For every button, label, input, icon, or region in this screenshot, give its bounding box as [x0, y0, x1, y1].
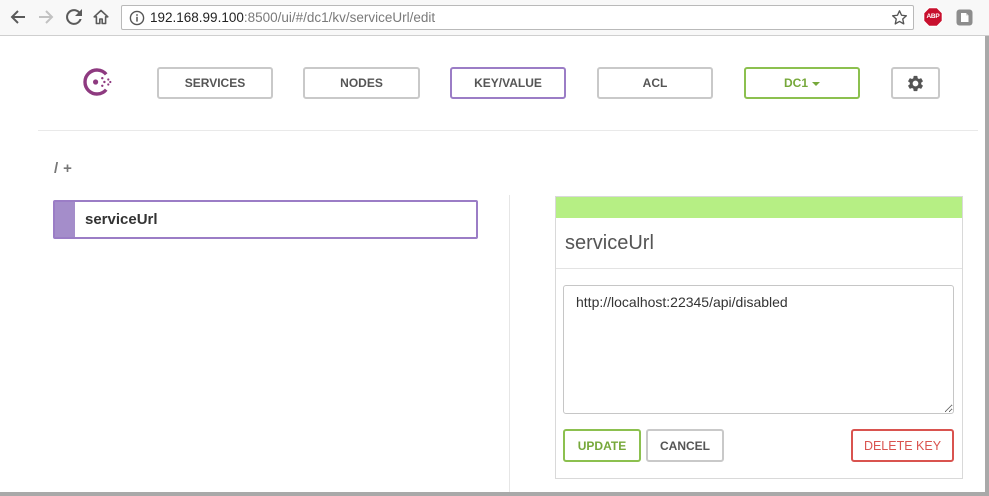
bookmark-star-icon[interactable]	[891, 9, 908, 26]
column-divider	[509, 195, 510, 496]
window-frame-right	[985, 36, 989, 496]
delete-key-button[interactable]: DELETE KEY	[851, 429, 954, 462]
settings-button[interactable]	[891, 67, 940, 99]
gear-icon	[906, 74, 925, 93]
url-path: :8500/ui/#/dc1/kv/serviceUrl/edit	[243, 10, 436, 25]
key-editor-panel: serviceUrl http://localhost:22345/api/di…	[555, 196, 963, 479]
reload-icon[interactable]	[66, 9, 82, 25]
panel-title: serviceUrl	[565, 232, 654, 254]
update-button[interactable]: UPDATE	[563, 429, 641, 462]
caret-down-icon	[812, 81, 820, 86]
extension-icon[interactable]	[956, 9, 973, 26]
browser-toolbar: 192.168.99.100:8500/ui/#/dc1/kv/serviceU…	[0, 0, 989, 36]
nav-nodes-button[interactable]: NODES	[303, 67, 420, 99]
consul-logo-icon[interactable]	[81, 66, 113, 98]
key-label: serviceUrl	[85, 211, 158, 228]
panel-divider	[556, 268, 962, 269]
url-host: 192.168.99.100	[150, 10, 244, 25]
nav-acl-button[interactable]: ACL	[597, 67, 713, 99]
key-selected-marker	[55, 202, 75, 237]
address-bar[interactable]: 192.168.99.100:8500/ui/#/dc1/kv/serviceU…	[121, 5, 914, 30]
add-key-link[interactable]: +	[63, 160, 72, 177]
home-icon[interactable]	[93, 9, 109, 25]
window-frame-bottom	[0, 492, 989, 496]
adblock-badge-text: ABP	[926, 13, 940, 20]
header-divider	[38, 130, 978, 131]
breadcrumb-root-link[interactable]: /	[54, 160, 58, 177]
breadcrumb: / +	[54, 160, 72, 178]
back-arrow-icon[interactable]	[10, 9, 26, 25]
nav-services-button[interactable]: SERVICES	[157, 67, 273, 99]
url-text[interactable]: 192.168.99.100:8500/ui/#/dc1/kv/serviceU…	[150, 6, 435, 29]
forward-arrow-icon[interactable]	[38, 9, 54, 25]
value-textarea[interactable]: http://localhost:22345/api/disabled	[563, 285, 954, 414]
datacenter-dropdown[interactable]: DC1	[744, 67, 860, 99]
panel-status-bar	[556, 197, 962, 218]
cancel-button[interactable]: CANCEL	[646, 429, 724, 462]
browser-window: 192.168.99.100:8500/ui/#/dc1/kv/serviceU…	[0, 0, 989, 496]
list-item[interactable]: serviceUrl	[53, 200, 478, 239]
nav-key-value-button[interactable]: KEY/VALUE	[450, 67, 566, 99]
info-icon[interactable]	[129, 10, 145, 26]
datacenter-label: DC1	[783, 76, 808, 90]
adblock-plus-icon[interactable]: ABP	[923, 7, 943, 27]
